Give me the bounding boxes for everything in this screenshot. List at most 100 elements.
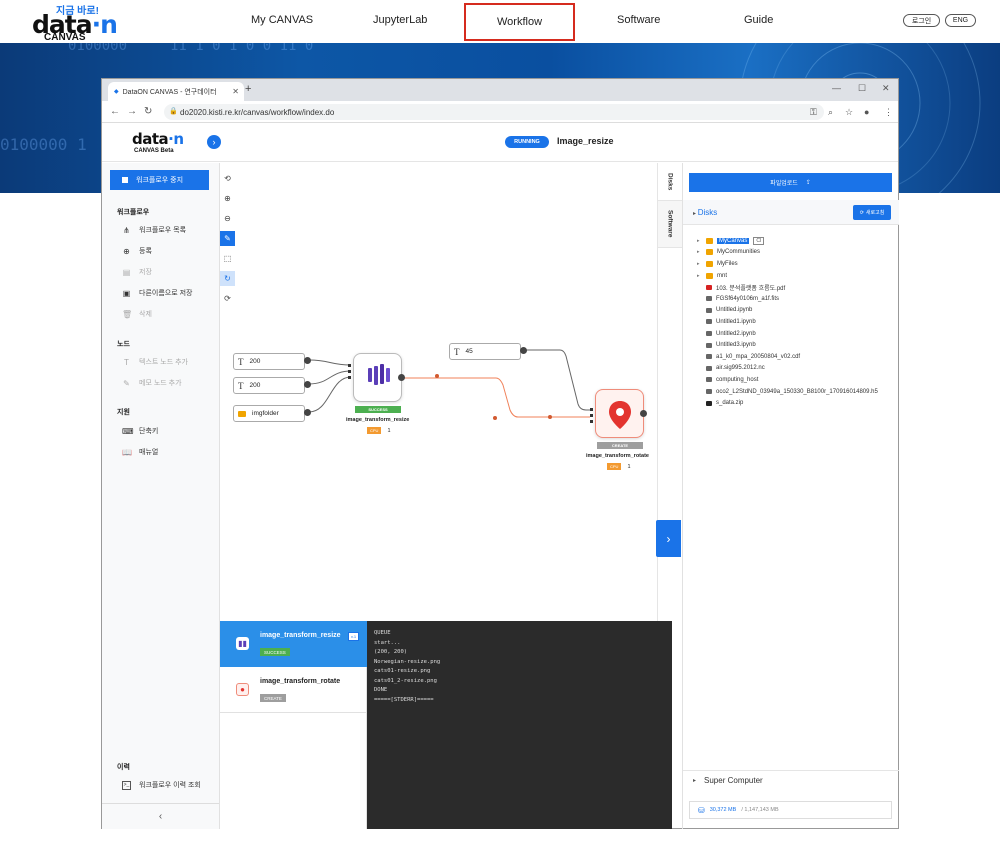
sidebar-item-delete[interactable]: 🗑 삭제 bbox=[122, 309, 152, 319]
file-upload-button[interactable]: 파일업로드 ⇪ bbox=[689, 173, 892, 192]
task-list-item[interactable]: ▮▮ image_transform_resize v.1 SUCCESS bbox=[220, 621, 367, 667]
pdf-icon bbox=[706, 284, 712, 290]
file-icon bbox=[706, 319, 712, 325]
task-list-status: CREATE bbox=[260, 694, 286, 702]
menu-icon[interactable]: ⋮ bbox=[884, 107, 893, 118]
workflow-canvas[interactable]: ⟲ ⊕ ⊖ ✎ ⬚ ↻ ⟳ T 200 T 200 imgfolder T 45… bbox=[220, 163, 682, 621]
app-logo[interactable]: data·n bbox=[132, 130, 184, 148]
sidebar-toggle-icon[interactable]: › bbox=[207, 135, 221, 149]
tree-file[interactable]: Untitled1.ipynb bbox=[697, 316, 897, 328]
sidebar-item-shortcuts[interactable]: ⌨ 단축키 bbox=[122, 426, 158, 436]
tab-software[interactable]: Software bbox=[658, 201, 682, 248]
output-port[interactable] bbox=[520, 347, 527, 354]
key-icon[interactable]: ⚿ bbox=[810, 107, 817, 118]
input-port[interactable] bbox=[590, 408, 593, 411]
back-icon[interactable]: ← bbox=[110, 106, 120, 117]
tab-disks[interactable]: Disks bbox=[658, 163, 682, 201]
tree-file[interactable]: Untitled3.ipynb bbox=[697, 339, 897, 351]
nav-workflow[interactable]: Workflow bbox=[464, 3, 575, 41]
file-icon bbox=[706, 331, 712, 337]
sidebar-item-save[interactable]: ▤ 저장 bbox=[122, 267, 152, 277]
disks-title[interactable]: ▸ Disks bbox=[693, 208, 717, 217]
input-node-height[interactable]: T 200 bbox=[233, 377, 305, 394]
output-port[interactable] bbox=[304, 381, 311, 388]
nav-jupyterlab[interactable]: JupyterLab bbox=[373, 14, 427, 26]
expand-arrow-icon[interactable]: ▸ bbox=[697, 249, 706, 255]
browser-tab[interactable]: ◆ DataON CANVAS - 연구데이터 ✕ bbox=[108, 82, 244, 101]
task-node-resize[interactable] bbox=[353, 353, 402, 402]
sidebar-item-label: 등록 bbox=[139, 248, 152, 255]
input-port[interactable] bbox=[590, 420, 593, 423]
tree-file[interactable]: computing_host bbox=[697, 374, 897, 386]
tree-file[interactable]: 103. 분석플랫폼 흐름도.pdf bbox=[697, 281, 897, 293]
input-port[interactable] bbox=[590, 414, 593, 417]
maximize-icon[interactable]: ☐ bbox=[858, 83, 866, 94]
folder-icon bbox=[238, 410, 246, 417]
nav-my-canvas[interactable]: My CANVAS bbox=[251, 14, 313, 26]
sidebar-item-manual[interactable]: 📖 매뉴얼 bbox=[122, 447, 158, 457]
login-button[interactable]: 로그인 bbox=[903, 14, 940, 27]
output-port[interactable] bbox=[640, 410, 647, 417]
supercomputer-section[interactable]: ▸ Super Computer bbox=[683, 770, 899, 790]
sidebar-item-workflow-list[interactable]: ⋔ 워크플로우 목록 bbox=[122, 225, 186, 235]
sidebar-item-history[interactable]: >_ 워크플로우 이력 조회 bbox=[122, 780, 201, 790]
site-logo[interactable]: 지금 바로! data·n CANVAS bbox=[30, 2, 120, 43]
tree-folder[interactable]: ▸ MyCanvas CI bbox=[697, 235, 897, 247]
expand-panel-button[interactable]: › bbox=[656, 520, 681, 557]
zoom-icon[interactable]: ⌕ bbox=[828, 107, 833, 118]
cpu-badge: CPU bbox=[607, 463, 622, 470]
tree-file[interactable]: oco2_L2StdND_03949a_150330_B8100r_170916… bbox=[697, 386, 897, 398]
sidebar-item-add-text-node[interactable]: T 텍스트 노드 추가 bbox=[122, 357, 188, 367]
sidebar-item-register[interactable]: ⊕ 등록 bbox=[122, 246, 152, 256]
book-icon: 📖 bbox=[122, 447, 132, 457]
expand-arrow-icon[interactable]: ▸ bbox=[697, 261, 706, 267]
input-port[interactable] bbox=[348, 370, 351, 373]
tree-file[interactable]: air.sig995.2012.nc bbox=[697, 363, 897, 375]
task-status-badge: SUCCESS bbox=[355, 406, 401, 413]
tree-item-tag[interactable]: CI bbox=[753, 236, 765, 245]
sidebar-collapse-button[interactable]: ‹ bbox=[102, 803, 219, 829]
stop-workflow-button[interactable]: 워크플로우 중지 bbox=[110, 170, 209, 190]
tree-folder[interactable]: ▸ MyCommunities bbox=[697, 247, 897, 259]
input-node-angle[interactable]: T 45 bbox=[449, 343, 521, 360]
tree-file[interactable]: Untitled2.ipynb bbox=[697, 328, 897, 340]
output-port[interactable] bbox=[304, 409, 311, 416]
tree-file[interactable]: Untitled.ipynb bbox=[697, 305, 897, 317]
app-logo-subtitle: CANVAS Beta bbox=[134, 148, 174, 154]
input-node-folder[interactable]: imgfolder bbox=[233, 405, 305, 422]
input-port[interactable] bbox=[348, 376, 351, 379]
output-port[interactable] bbox=[398, 374, 405, 381]
output-port[interactable] bbox=[304, 357, 311, 364]
tree-file[interactable]: FGSf64y0106m_a1f.fits bbox=[697, 293, 897, 305]
lang-button[interactable]: ENG bbox=[945, 14, 976, 27]
reload-icon[interactable]: ↻ bbox=[144, 106, 152, 117]
minimize-icon[interactable]: — bbox=[832, 83, 841, 93]
sidebar-item-add-memo-node[interactable]: ✎ 메모 노드 추가 bbox=[122, 378, 181, 388]
refresh-button[interactable]: ⟳ 새로고침 bbox=[853, 205, 891, 220]
nav-software[interactable]: Software bbox=[617, 14, 660, 26]
section-node: 노드 bbox=[117, 341, 130, 348]
tab-close-icon[interactable]: ✕ bbox=[232, 87, 239, 96]
forward-icon[interactable]: → bbox=[127, 106, 137, 117]
input-node-width[interactable]: T 200 bbox=[233, 353, 305, 370]
profile-icon[interactable]: ● bbox=[864, 107, 869, 117]
new-tab-icon[interactable]: + bbox=[245, 83, 251, 95]
tree-file[interactable]: s_data.zip bbox=[697, 397, 897, 409]
tree-folder[interactable]: ▸ MyFiles bbox=[697, 258, 897, 270]
expand-arrow-icon[interactable]: ▸ bbox=[697, 273, 706, 279]
nav-guide[interactable]: Guide bbox=[744, 14, 773, 26]
input-port[interactable] bbox=[348, 364, 351, 367]
tree-file[interactable]: a1_k0_mpa_20050804_v02.cdf bbox=[697, 351, 897, 363]
expand-arrow-icon[interactable]: ▸ bbox=[697, 238, 706, 244]
sidebar-item-save-as[interactable]: ▣ 다른이름으로 저장 bbox=[122, 288, 193, 298]
task-list-item[interactable]: ● image_transform_rotate CREATE bbox=[220, 667, 367, 713]
close-window-icon[interactable]: ✕ bbox=[882, 83, 890, 94]
file-icon bbox=[706, 365, 712, 371]
task-node-rotate[interactable] bbox=[595, 389, 644, 438]
tree-item-name: MyFiles bbox=[717, 260, 738, 267]
tree-folder[interactable]: ▸ mnt bbox=[697, 270, 897, 282]
url-field[interactable]: 🔒 do2020.kisti.re.kr/canvas/workflow/ind… bbox=[164, 104, 824, 120]
tree-item-name: Untitled2.ipynb bbox=[716, 330, 756, 337]
star-icon[interactable]: ☆ bbox=[845, 107, 853, 118]
storage-used: 30,372 MB bbox=[709, 807, 737, 813]
